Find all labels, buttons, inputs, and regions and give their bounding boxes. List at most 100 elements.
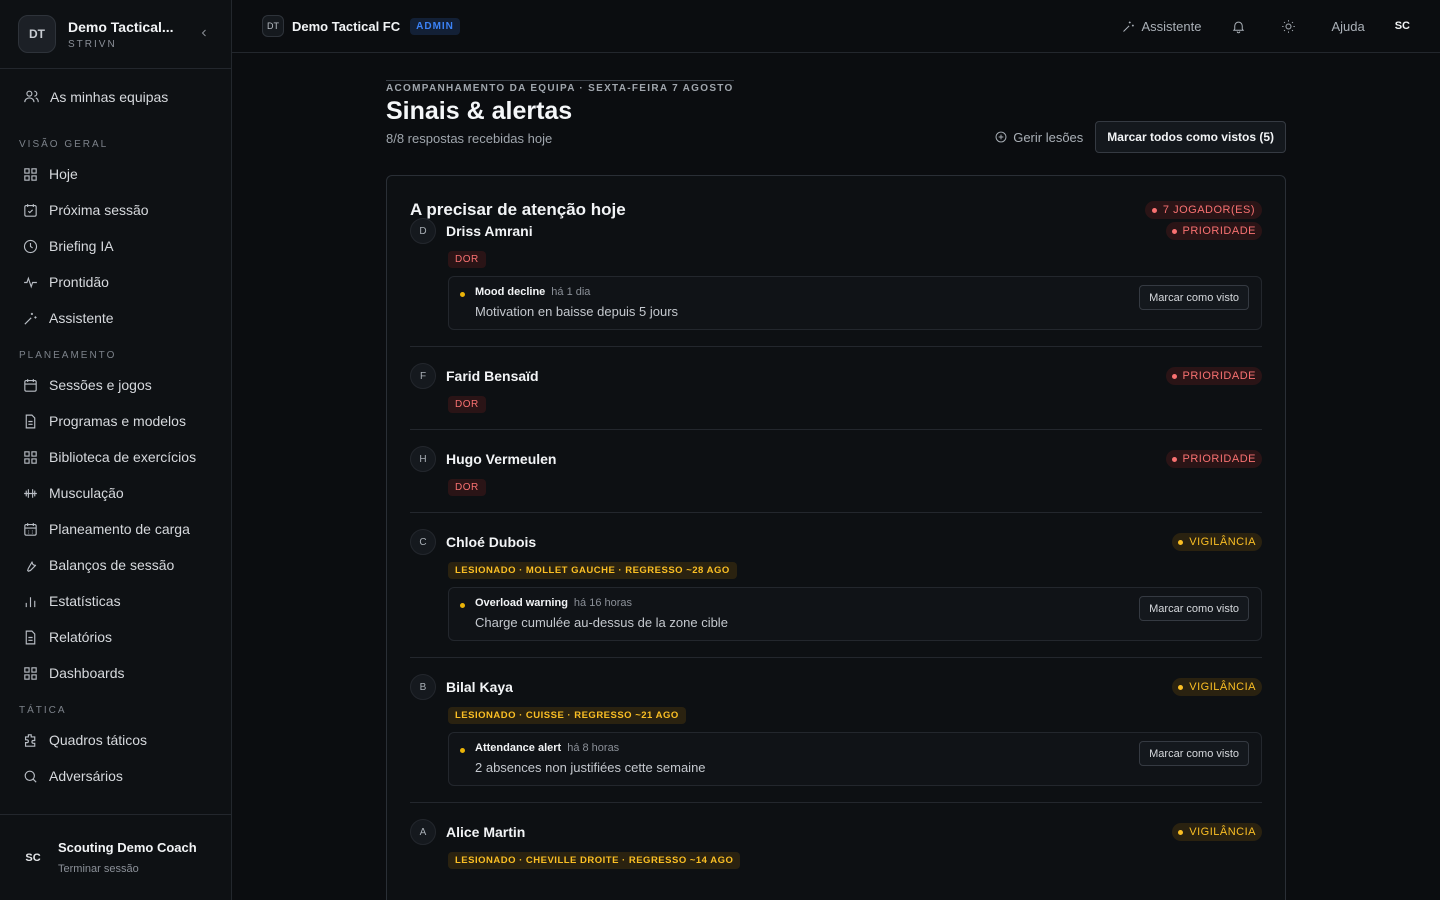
player-name[interactable]: Alice Martin <box>446 824 525 840</box>
alert-type: Overload warning <box>475 597 568 609</box>
dumbbell-icon <box>21 484 39 502</box>
status-badge: VIGILÂNCIA <box>1172 823 1262 841</box>
manage-injuries-button[interactable]: Gerir lesões <box>994 130 1083 145</box>
status-dot <box>1178 829 1184 835</box>
topbar: DT Demo Tactical FC ADMIN Assistente Aju… <box>232 0 1440 53</box>
calendar-grid-icon <box>21 520 39 538</box>
theme-toggle[interactable] <box>1281 19 1301 34</box>
role-badge: ADMIN <box>410 17 460 35</box>
status-badge: VIGILÂNCIA <box>1172 533 1262 551</box>
mark-seen-button[interactable]: Marcar como visto <box>1139 596 1249 621</box>
sidebar-item-ai-briefing[interactable]: Briefing IA <box>0 228 231 264</box>
avatar: H <box>410 446 436 472</box>
chevron-left-icon[interactable] <box>195 26 213 42</box>
status-badge: PRIORIDADE <box>1165 450 1262 468</box>
sidebar-item-exercise-library[interactable]: Biblioteca de exercícios <box>0 439 231 475</box>
sidebar-item-programs[interactable]: Programas e modelos <box>0 403 231 439</box>
sidebar-item-label: Briefing IA <box>49 238 114 254</box>
alert-type: Attendance alert <box>475 742 562 754</box>
attention-card: A precisar de atenção hoje 7 JOGADOR(ES)… <box>386 175 1286 900</box>
player-tag: LESIONADO · CUISSE · REGRESSO ~21 AGO <box>448 707 686 724</box>
sidebar-item-label: Relatórios <box>49 629 113 645</box>
clock-icon <box>21 237 39 255</box>
sidebar-item-tactic-boards[interactable]: Quadros táticos <box>0 722 231 758</box>
team-switcher[interactable]: DT Demo Tactical... STRIVN <box>0 0 231 69</box>
status-dot <box>1171 228 1177 234</box>
sidebar-item-dashboards[interactable]: Dashboards <box>0 655 231 691</box>
alert-item: Overload warning há 16 horas Charge cumul… <box>448 587 1262 641</box>
assistant-button[interactable]: Assistente <box>1121 19 1201 34</box>
mark-seen-button[interactable]: Marcar como visto <box>1139 741 1249 766</box>
sidebar-item-label: Balanços de sessão <box>49 557 175 573</box>
alert-message: Charge cumulée au-dessus de la zone cibl… <box>475 615 728 630</box>
sidebar-item-opponents[interactable]: Adversários <box>0 758 231 794</box>
help-link[interactable]: Ajuda <box>1331 19 1364 34</box>
status-text: VIGILÂNCIA <box>1189 681 1256 693</box>
activity-icon <box>21 273 39 291</box>
sidebar-item-label: Dashboards <box>49 665 125 681</box>
sidebar: DT Demo Tactical... STRIVN As minhas equ… <box>0 0 232 900</box>
status-dot <box>1151 207 1157 213</box>
plus-circle-icon <box>995 131 1007 143</box>
sidebar-item-label: Programas e modelos <box>49 413 186 429</box>
sidebar-item-label: Sessões e jogos <box>49 377 152 393</box>
sidebar-item-assistant[interactable]: Assistente <box>0 300 231 336</box>
avatar[interactable]: SC <box>1395 20 1410 32</box>
sidebar-item-today[interactable]: Hoje <box>0 156 231 192</box>
player-tag: DOR <box>448 479 486 496</box>
sidebar-item-statistics[interactable]: Estatísticas <box>0 583 231 619</box>
list-item: H Hugo Vermeulen PRIORIDADE DOR <box>410 430 1262 513</box>
status-text: PRIORIDADE <box>1182 225 1256 237</box>
status-text: VIGILÂNCIA <box>1189 536 1256 548</box>
mark-seen-button[interactable]: Marcar como visto <box>1139 285 1249 310</box>
section-planning: PLANEAMENTO <box>19 350 117 361</box>
alert-time: há 1 dia <box>551 286 591 298</box>
avatar: F <box>410 363 436 389</box>
status-dot <box>1171 456 1177 462</box>
logout-link[interactable]: Terminar sessão <box>58 863 197 875</box>
player-count-badge: 7 JOGADOR(ES) <box>1144 201 1262 219</box>
alert-message: 2 absences non justifiées cette semaine <box>475 760 706 775</box>
sidebar-item-label: Adversários <box>49 768 123 784</box>
player-name[interactable]: Hugo Vermeulen <box>446 451 556 467</box>
alert-time: há 8 horas <box>567 742 620 754</box>
avatar: B <box>410 674 436 700</box>
alert-dot <box>460 748 465 753</box>
sidebar-item-strength[interactable]: Musculação <box>0 475 231 511</box>
list-item: A Alice Martin VIGILÂNCIA LESIONADO · CH… <box>410 803 1262 885</box>
player-name[interactable]: Chloé Dubois <box>446 534 536 550</box>
status-text: PRIORIDADE <box>1182 453 1256 465</box>
alert-dot <box>460 603 465 608</box>
sparkles-icon <box>21 309 39 327</box>
section-overview: VISÃO GERAL <box>19 139 109 150</box>
player-name[interactable]: Farid Bensaïd <box>446 368 539 384</box>
list-item: C Chloé Dubois VIGILÂNCIA LESIONADO · MO… <box>410 513 1262 658</box>
notifications-button[interactable] <box>1231 19 1251 34</box>
avatar: D <box>410 218 436 244</box>
status-dot <box>1171 373 1177 379</box>
sidebar-item-label: Musculação <box>49 485 124 501</box>
alert-item: Mood decline há 1 dia Motivation en baiss… <box>448 276 1262 330</box>
file-text-icon <box>21 628 39 646</box>
sidebar-item-reports[interactable]: Relatórios <box>0 619 231 655</box>
count-text: 7 JOGADOR(ES) <box>1162 204 1255 216</box>
user-menu[interactable]: SC Scouting Demo Coach Terminar sessão <box>0 814 231 900</box>
team-avatar: DT <box>262 15 284 37</box>
avatar: SC <box>25 851 41 864</box>
sidebar-item-readiness[interactable]: Prontidão <box>0 264 231 300</box>
section-tactics: TÁTICA <box>19 705 67 716</box>
sidebar-item-next-session[interactable]: Próxima sessão <box>0 192 231 228</box>
sidebar-item-session-reviews[interactable]: Balanços de sessão <box>0 547 231 583</box>
main-content: ACOMPANHAMENTO DA EQUIPA · SEXTA-FEIRA 7… <box>386 53 1286 900</box>
player-name[interactable]: Bilal Kaya <box>446 679 513 695</box>
player-name[interactable]: Driss Amrani <box>446 223 533 239</box>
list-item: B Bilal Kaya VIGILÂNCIA LESIONADO · CUIS… <box>410 658 1262 803</box>
grid-icon <box>21 448 39 466</box>
sidebar-item-sessions[interactable]: Sessões e jogos <box>0 367 231 403</box>
sidebar-item-label: Assistente <box>49 310 114 326</box>
bar-chart-icon <box>21 592 39 610</box>
mark-all-seen-button[interactable]: Marcar todos como vistos (5) <box>1095 121 1286 153</box>
sidebar-item-my-teams[interactable]: As minhas equipas <box>0 69 231 125</box>
status-badge: PRIORIDADE <box>1165 367 1262 385</box>
sidebar-item-load-planning[interactable]: Planeamento de carga <box>0 511 231 547</box>
